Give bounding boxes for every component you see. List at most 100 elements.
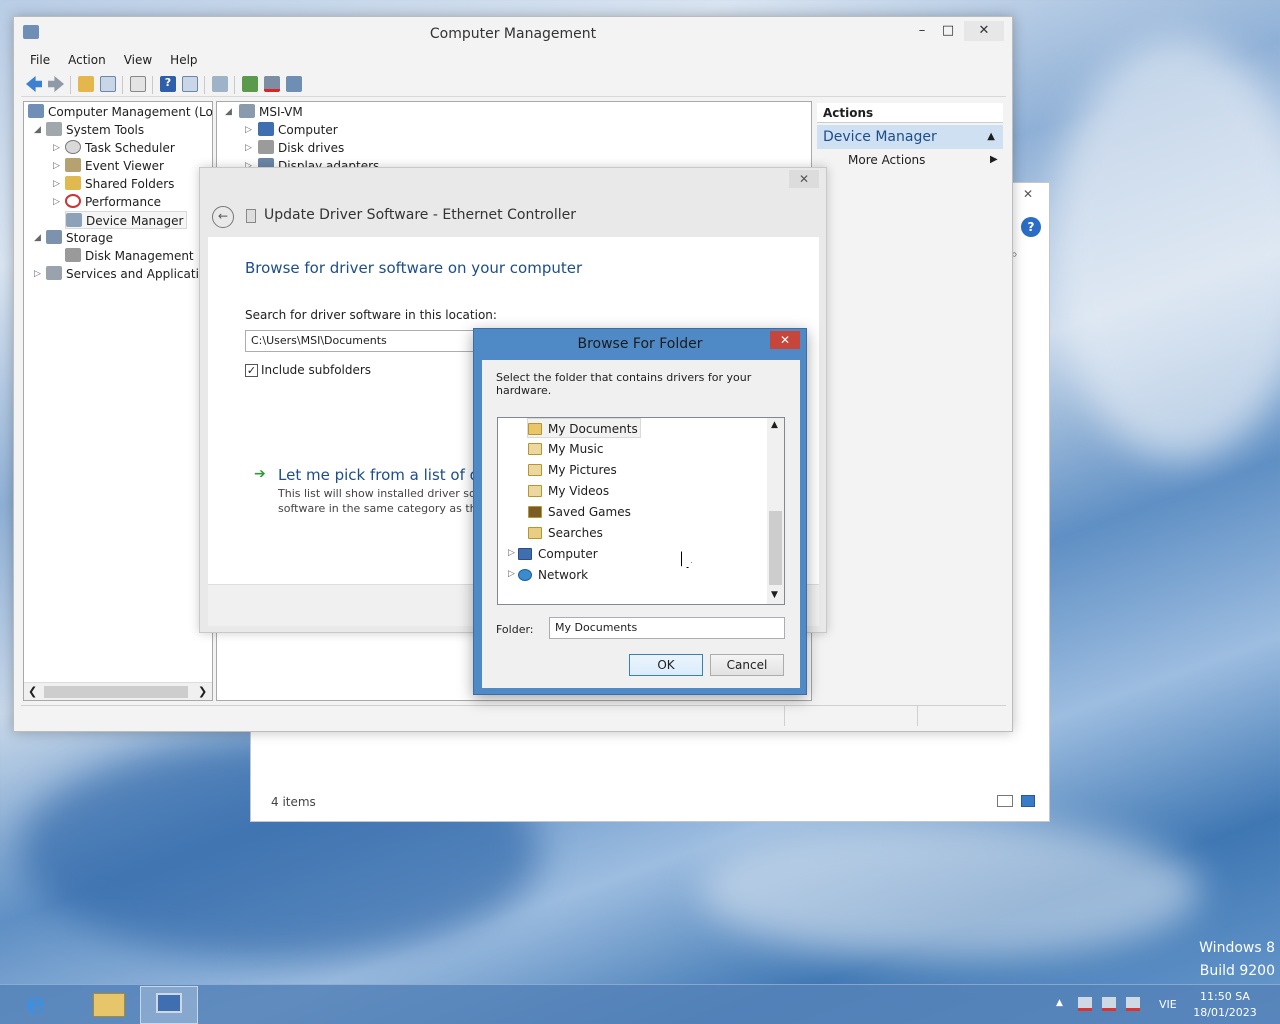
ok-button[interactable]: OK <box>629 654 703 676</box>
file-explorer-taskbar-button[interactable] <box>84 987 134 1023</box>
scroll-up-icon[interactable]: ▲ <box>771 420 778 430</box>
maximize-button[interactable]: □ <box>933 21 963 41</box>
show-hidden-icons-icon[interactable]: ▲ <box>1056 998 1063 1008</box>
uninstall-device-icon[interactable] <box>286 76 302 92</box>
expand-arrow-icon[interactable]: ▷ <box>53 161 60 171</box>
horizontal-scrollbar[interactable]: ❮ ❯ <box>24 682 212 700</box>
computer-management-taskbar-button[interactable] <box>140 986 198 1024</box>
menu-help[interactable]: Help <box>161 51 206 71</box>
menu-file[interactable]: File <box>21 51 59 71</box>
tree-item-performance[interactable]: Performance <box>65 193 161 211</box>
folder-icon <box>93 993 125 1017</box>
submenu-arrow-icon: ▶ <box>990 154 998 165</box>
expand-arrow-icon[interactable]: ▷ <box>245 125 252 135</box>
status-item-count: 4 items <box>271 795 316 809</box>
tree-item-storage[interactable]: Storage <box>46 229 113 247</box>
tree-item-system-tools[interactable]: System Tools <box>46 121 144 139</box>
disk-drive-icon <box>258 140 274 154</box>
shared-folders-icon <box>65 176 81 190</box>
pictures-folder-icon <box>528 464 542 476</box>
network-status-icon[interactable] <box>1102 997 1116 1011</box>
system-tools-icon <box>46 122 62 136</box>
expand-arrow-icon[interactable]: ▷ <box>53 143 60 153</box>
close-button[interactable]: ✕ <box>789 170 819 188</box>
clock-date[interactable]: 18/01/2023 <box>1193 1006 1257 1019</box>
vertical-scrollbar[interactable]: ▲ ▼ <box>767 418 784 604</box>
folder-item-saved-games[interactable]: Saved Games <box>528 502 631 522</box>
more-actions-link[interactable]: More Actions <box>848 153 925 167</box>
expand-arrow-icon[interactable]: ▷ <box>508 548 515 558</box>
folder-item-my-music[interactable]: My Music <box>528 439 603 459</box>
collapse-up-icon[interactable]: ▲ <box>987 125 995 149</box>
wallpaper-highlight <box>1050 40 1280 460</box>
close-button[interactable]: ✕ <box>770 331 800 349</box>
tree-item-services-and-applications[interactable]: Services and Applications <box>46 265 212 283</box>
expand-arrow-icon[interactable]: ▷ <box>508 569 515 579</box>
disable-device-icon[interactable] <box>264 76 280 92</box>
scroll-right-icon[interactable]: ❯ <box>198 685 207 698</box>
folder-item-network[interactable]: Network <box>518 565 588 585</box>
folder-item-my-pictures[interactable]: My Pictures <box>528 460 617 480</box>
actions-section-device-manager[interactable]: Device Manager ▲ <box>817 125 1003 149</box>
scroll-down-icon[interactable]: ▼ <box>771 590 778 600</box>
input-language[interactable]: VIE <box>1159 998 1177 1011</box>
show-action-pane-icon[interactable] <box>182 76 198 92</box>
up-folder-icon[interactable] <box>78 76 94 92</box>
tree-item-task-scheduler[interactable]: Task Scheduler <box>65 139 175 157</box>
tree-item-disk-management[interactable]: Disk Management <box>65 247 194 265</box>
driver-path-input[interactable]: C:\Users\MSI\Documents <box>245 330 485 352</box>
pick-from-list-description-1: This list will show installed driver sof… <box>278 487 484 500</box>
menu-view[interactable]: View <box>115 51 161 71</box>
include-subfolders-checkbox[interactable]: ✓ <box>245 364 258 377</box>
forward-arrow-icon[interactable] <box>48 76 64 92</box>
computer-icon <box>518 548 532 560</box>
internet-explorer-icon[interactable]: e <box>26 989 60 1021</box>
update-driver-icon[interactable] <box>242 76 258 92</box>
folder-item-searches[interactable]: Searches <box>528 523 603 543</box>
monitor-icon <box>258 122 274 136</box>
scrollbar-thumb[interactable] <box>44 686 188 698</box>
properties-icon[interactable] <box>130 76 146 92</box>
scan-hardware-icon[interactable] <box>212 76 228 92</box>
large-icons-view-icon[interactable] <box>1021 795 1035 807</box>
cancel-button[interactable]: Cancel <box>710 654 784 676</box>
tree-item-shared-folders[interactable]: Shared Folders <box>65 175 174 193</box>
tree-item-device-manager[interactable]: Device Manager <box>65 211 188 229</box>
close-button[interactable]: ✕ <box>964 21 1004 41</box>
expand-arrow-icon[interactable]: ▷ <box>34 269 41 279</box>
expand-arrow-icon[interactable]: ▷ <box>245 143 252 153</box>
folder-tree[interactable]: My Documents My Music My Pictures My Vid… <box>497 417 785 605</box>
search-icon[interactable]: ⌕ <box>1011 247 1031 265</box>
back-arrow-icon[interactable] <box>26 76 42 92</box>
device-category-computer[interactable]: Computer <box>258 121 338 139</box>
back-arrow-icon[interactable]: ← <box>212 206 234 228</box>
help-icon[interactable]: ? <box>1021 217 1041 237</box>
expand-arrow-icon[interactable]: ▷ <box>53 179 60 189</box>
clock-time[interactable]: 11:50 SA <box>1193 990 1257 1003</box>
collapse-arrow-icon[interactable]: ◢ <box>34 233 41 243</box>
folder-item-computer[interactable]: Computer <box>518 544 598 564</box>
folder-input[interactable]: My Documents <box>549 617 785 639</box>
help-icon[interactable]: ? <box>160 76 176 92</box>
device-root-msi-vm[interactable]: MSI-VM <box>239 103 303 121</box>
wizard-title: Update Driver Software - Ethernet Contro… <box>264 207 576 223</box>
details-view-icon[interactable] <box>997 795 1013 807</box>
show-hide-tree-icon[interactable] <box>100 76 116 92</box>
expand-arrow-icon[interactable]: ▷ <box>53 197 60 207</box>
volume-muted-icon[interactable] <box>1126 997 1140 1011</box>
menu-action[interactable]: Action <box>59 51 115 71</box>
folder-item-my-documents[interactable]: My Documents <box>527 418 641 438</box>
collapse-arrow-icon[interactable]: ◢ <box>225 107 232 117</box>
scroll-left-icon[interactable]: ❮ <box>28 685 37 698</box>
close-icon[interactable]: ✕ <box>1013 187 1043 205</box>
performance-icon <box>65 194 81 208</box>
collapse-arrow-icon[interactable]: ◢ <box>34 125 41 135</box>
device-category-disk-drives[interactable]: Disk drives <box>258 139 344 157</box>
tree-item-computer-management[interactable]: Computer Management (Local <box>28 103 212 121</box>
scrollbar-thumb[interactable] <box>769 511 782 585</box>
tree-item-event-viewer[interactable]: Event Viewer <box>65 157 164 175</box>
taskbar: e ▲ VIE 11:50 SA 18/01/2023 <box>0 984 1280 1024</box>
folder-item-my-videos[interactable]: My Videos <box>528 481 609 501</box>
pick-from-list-link[interactable]: Let me pick from a list of dev <box>278 466 497 484</box>
action-center-icon[interactable] <box>1078 997 1092 1011</box>
